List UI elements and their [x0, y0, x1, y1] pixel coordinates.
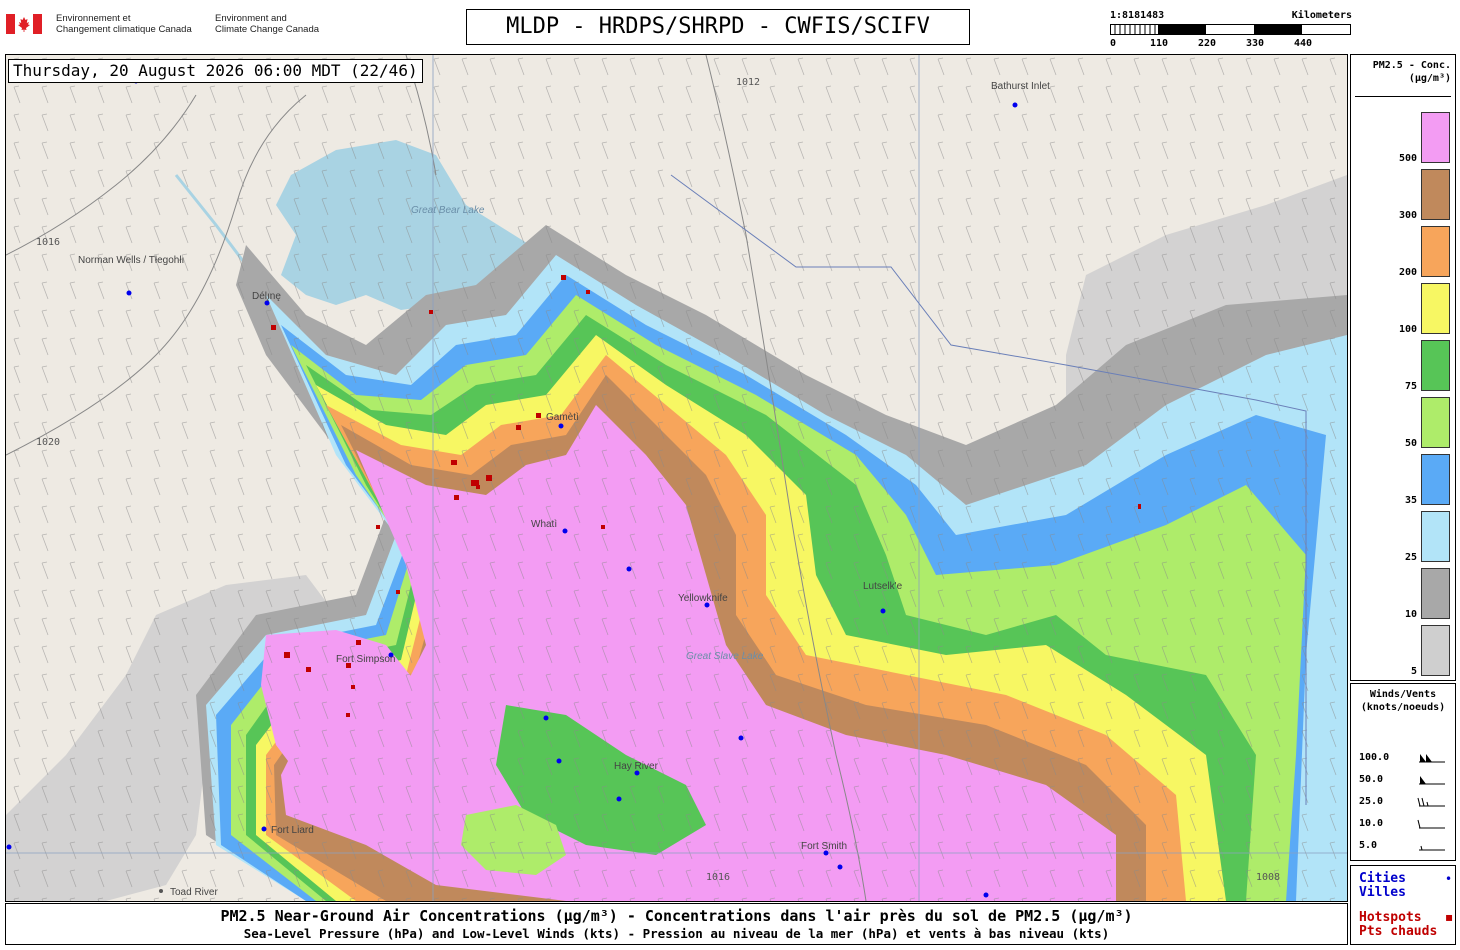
city-dot-icon: •: [1445, 872, 1453, 886]
legend-swatch-5: [1421, 625, 1450, 676]
hotspot-square-icon: ▪: [1445, 910, 1454, 924]
isobar-label-1016-south: 1016: [706, 872, 730, 883]
legend-label-75: 75: [1404, 381, 1417, 392]
svg-text:Toad River: Toad River: [170, 887, 218, 898]
city-dot: [983, 892, 989, 898]
scale-tick-3: 330: [1246, 38, 1265, 49]
wind-value: 5.0: [1359, 840, 1378, 851]
svg-text:Bathurst Inlet: Bathurst Inlet: [991, 81, 1050, 92]
scale-unit: Kilometers: [1291, 10, 1352, 21]
legend-swatch-10: [1421, 568, 1450, 619]
scale-bar: 1:8181483 Kilometers 0 110 220 330 440: [1110, 10, 1352, 52]
legend-swatch-50: [1421, 397, 1450, 448]
isobar-label-1012-north: 1012: [736, 77, 760, 88]
wind-barb-5-icon: [1419, 845, 1445, 851]
legend-label-35: 35: [1404, 495, 1417, 506]
svg-text:Lutselk'e: Lutselk'e: [863, 581, 903, 592]
city-dot: [543, 715, 549, 721]
city-dot: [556, 758, 562, 764]
legend-label-50: 50: [1404, 438, 1417, 449]
wind-barb-25-icon: [1417, 797, 1445, 807]
svg-text:Fort Liard: Fort Liard: [271, 825, 314, 836]
gov-en-line1: Environment and: [215, 13, 287, 24]
svg-text:Whatì: Whatì: [531, 519, 557, 530]
svg-text:Yellowknife: Yellowknife: [678, 593, 728, 604]
wind-value: 10.0: [1359, 818, 1384, 829]
scale-ratio: 1:8181483: [1110, 10, 1165, 21]
wind-value: 50.0: [1359, 774, 1384, 785]
scale-tick-1: 110: [1150, 38, 1169, 49]
legend-swatch-75: [1421, 340, 1450, 391]
city-dot: [6, 844, 12, 850]
caption-line-1: PM2.5 Near-Ground Air Concentrations (µg…: [220, 907, 1133, 925]
legend-title: PM2.5 - Conc. (µg/m³): [1372, 60, 1451, 84]
map-canvas[interactable]: 1012 1016 1020 1016 1008 Great Bear Lake…: [6, 55, 1347, 901]
legend-swatch-35: [1421, 454, 1450, 505]
legend-cities-fr: Villes: [1359, 885, 1406, 900]
wind-legend: Winds/Vents (knots/noeuds) 100.0 50.0 25…: [1350, 683, 1456, 861]
svg-text:Gamètì: Gamètì: [546, 412, 579, 423]
forecast-datetime: Thursday, 20 August 2026 06:00 MDT (22/4…: [8, 59, 423, 83]
svg-text:Délı̨nę: Délı̨nę: [252, 291, 281, 302]
legend-label-5: 5: [1410, 666, 1417, 677]
gov-en-line2: Climate Change Canada: [215, 24, 320, 35]
caption-line-2: Sea-Level Pressure (hPa) and Low-Level W…: [243, 926, 1110, 941]
legend-hotspots-fr: Pts chauds: [1359, 924, 1438, 939]
wind-barb-100-icon: [1419, 754, 1445, 763]
scale-tick-4: 440: [1294, 38, 1313, 49]
wind-row-50: 50.0: [1359, 772, 1451, 788]
government-name-en: Environment and Climate Change Canada: [215, 13, 319, 35]
lake-label-great-slave: Great Slave Lake: [686, 651, 764, 662]
legend-divider: [1355, 96, 1451, 97]
city-dot: [837, 864, 843, 870]
city-fort-simpson[interactable]: Fort Simpson: [336, 652, 395, 666]
scale-bar-graphic: [1110, 24, 1351, 35]
svg-text:Hay River: Hay River: [614, 761, 659, 772]
pm25-legend: PM2.5 - Conc. (µg/m³) 500 300 200 100 75 50 35…: [1350, 54, 1456, 681]
svg-text:Fort Simpson: Fort Simpson: [336, 654, 395, 665]
model-title: MLDP - HRDPS/SHRPD - CWFIS/SCIFV: [466, 9, 970, 45]
scale-tick-2: 220: [1198, 38, 1217, 49]
gov-fr-line2: Changement climatique Canada: [56, 24, 192, 35]
wind-row-10: 10.0: [1359, 816, 1451, 832]
government-name-fr: Environnement et Changement climatique C…: [56, 13, 192, 35]
legend-swatch-300: [1421, 169, 1450, 220]
wind-value: 25.0: [1359, 796, 1384, 807]
isobar-label-1008-east: 1008: [1256, 872, 1280, 883]
isobar-label-1020-west: 1020: [36, 437, 60, 448]
svg-text:Fort Smith: Fort Smith: [801, 841, 847, 852]
legend-cities-en: Cities: [1359, 871, 1406, 886]
legend-label-200: 200: [1398, 267, 1417, 278]
map-view[interactable]: 1012 1016 1020 1016 1008 Great Bear Lake…: [5, 54, 1348, 902]
legend-label-25: 25: [1404, 552, 1417, 563]
gov-fr-line1: Environnement et: [56, 13, 131, 24]
legend-label-10: 10: [1404, 609, 1417, 620]
legend-swatch-100: [1421, 283, 1450, 334]
wind-barb-10-icon: [1417, 819, 1445, 829]
legend-label-100: 100: [1398, 324, 1417, 335]
city-dot: [616, 796, 622, 802]
isobar-label-1016-west: 1016: [36, 237, 60, 248]
wind-legend-title: Winds/Vents (knots/noeuds): [1360, 689, 1446, 713]
legend-hotspots-en: Hotspots: [1359, 910, 1422, 925]
wind-value: 100.0: [1359, 752, 1390, 763]
legend-swatch-500: [1421, 112, 1450, 163]
wind-row-5: 5.0: [1359, 838, 1451, 854]
scale-tick-0: 0: [1110, 38, 1117, 49]
city-dot: [738, 735, 744, 741]
legend-swatch-25: [1421, 511, 1450, 562]
legend-swatch-200: [1421, 226, 1450, 277]
wind-barbs-overlay: [6, 55, 1347, 901]
legend-label-300: 300: [1398, 210, 1417, 221]
wind-row-25: 25.0: [1359, 794, 1451, 810]
legend-label-500: 500: [1398, 153, 1417, 164]
svg-text:Norman Wells / Tłegohłı: Norman Wells / Tłegohłı: [78, 255, 184, 266]
wind-barb-50-icon: [1419, 776, 1445, 785]
lake-label-great-bear: Great Bear Lake: [411, 205, 485, 216]
marker-legend: Cities • Villes Hotspots ▪ Pts chauds: [1350, 865, 1456, 945]
city-dot: [626, 566, 632, 572]
map-caption: PM2.5 Near-Ground Air Concentrations (µg…: [5, 903, 1348, 945]
wind-row-100: 100.0: [1359, 750, 1451, 766]
canada-flag-icon: [6, 14, 42, 34]
